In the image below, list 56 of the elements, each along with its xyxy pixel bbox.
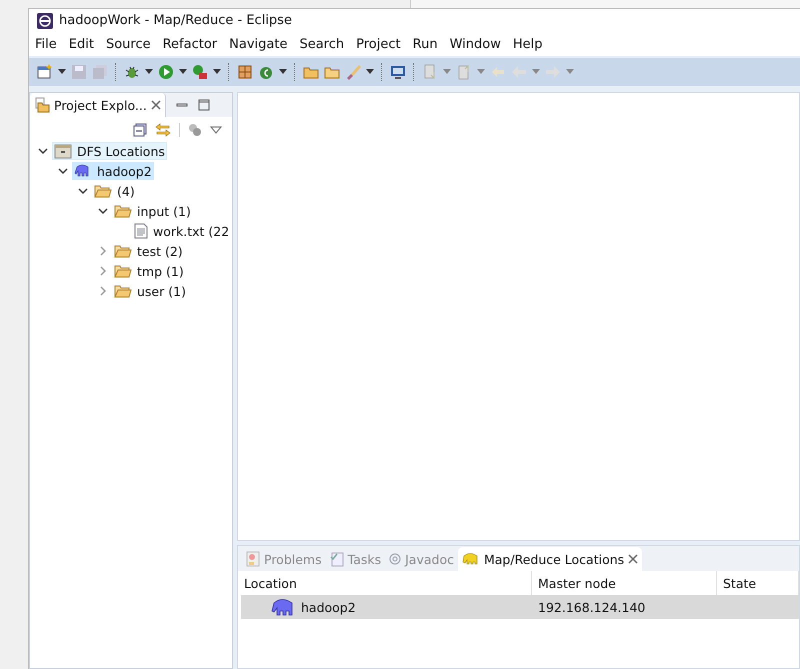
menu-item[interactable]: Edit [68,36,94,52]
view-tab[interactable]: Map/Reduce Locations [458,547,642,571]
folder-icon [114,284,132,298]
drawer-icon [54,143,72,159]
view-tab[interactable]: Project Explo... [30,93,166,117]
caret-icon[interactable] [213,69,221,75]
tree-item[interactable]: tmp (1) [112,262,186,280]
explorer-icon [34,97,50,113]
table-row[interactable]: hadoop2 192.168.124.140 [241,595,799,619]
tree-item[interactable]: (4) [92,182,137,200]
new-icon[interactable] [37,64,53,80]
tree-item[interactable]: user (1) [112,282,188,300]
run-tool-icon[interactable] [192,64,208,80]
caret-icon[interactable] [179,69,187,75]
run-icon[interactable] [158,64,174,80]
elephant-icon [271,597,295,617]
menu-item[interactable]: Source [106,36,151,52]
folder-icon [114,264,132,278]
monitor-icon[interactable] [390,64,406,80]
table-cell: hadoop2 [301,600,356,614]
caret-icon[interactable] [58,69,66,75]
maximize-icon[interactable] [198,99,210,111]
close-icon[interactable] [150,100,161,110]
menu-item[interactable]: File [35,36,57,52]
bug-icon[interactable] [124,64,140,80]
link-editor-icon[interactable] [155,123,171,137]
collapse-all-icon[interactable] [133,123,147,137]
tree-item[interactable]: hadoop2 [72,162,154,180]
caret-icon[interactable] [366,69,374,75]
brush-icon[interactable] [345,64,361,80]
tasks-icon [330,551,344,567]
folder-icon [94,184,112,198]
problems-icon [246,551,260,567]
tree-item[interactable]: DFS Locations [52,142,167,160]
tree-item[interactable]: input (1) [112,202,193,220]
tree-item[interactable]: test (2) [112,242,185,260]
table-cell-text: 192.168.124.140 [537,600,646,614]
menu-item[interactable]: Help [512,36,542,52]
folder-icon [114,204,132,218]
menu-item[interactable]: Window [450,36,501,52]
menu-item[interactable]: Refactor [162,36,218,52]
caret-icon[interactable] [145,69,153,75]
tree-item[interactable]: work.txt (22 [132,222,232,240]
grid-icon[interactable] [237,64,253,80]
menu-item[interactable]: Project [356,36,401,52]
close-icon[interactable] [628,554,638,564]
view-menu-icon[interactable] [210,126,222,134]
caret-icon[interactable] [279,69,287,75]
text-file-icon [134,223,148,239]
folder-icon [114,244,132,258]
menu-item[interactable]: Search [299,36,344,52]
gears-icon[interactable] [188,123,202,137]
menu-item[interactable]: Run [412,36,438,52]
window-title: hadoopWork - Map/Reduce - Eclipse [59,13,292,28]
elephant-icon [462,552,480,566]
menu-item[interactable]: Navigate [229,36,288,52]
